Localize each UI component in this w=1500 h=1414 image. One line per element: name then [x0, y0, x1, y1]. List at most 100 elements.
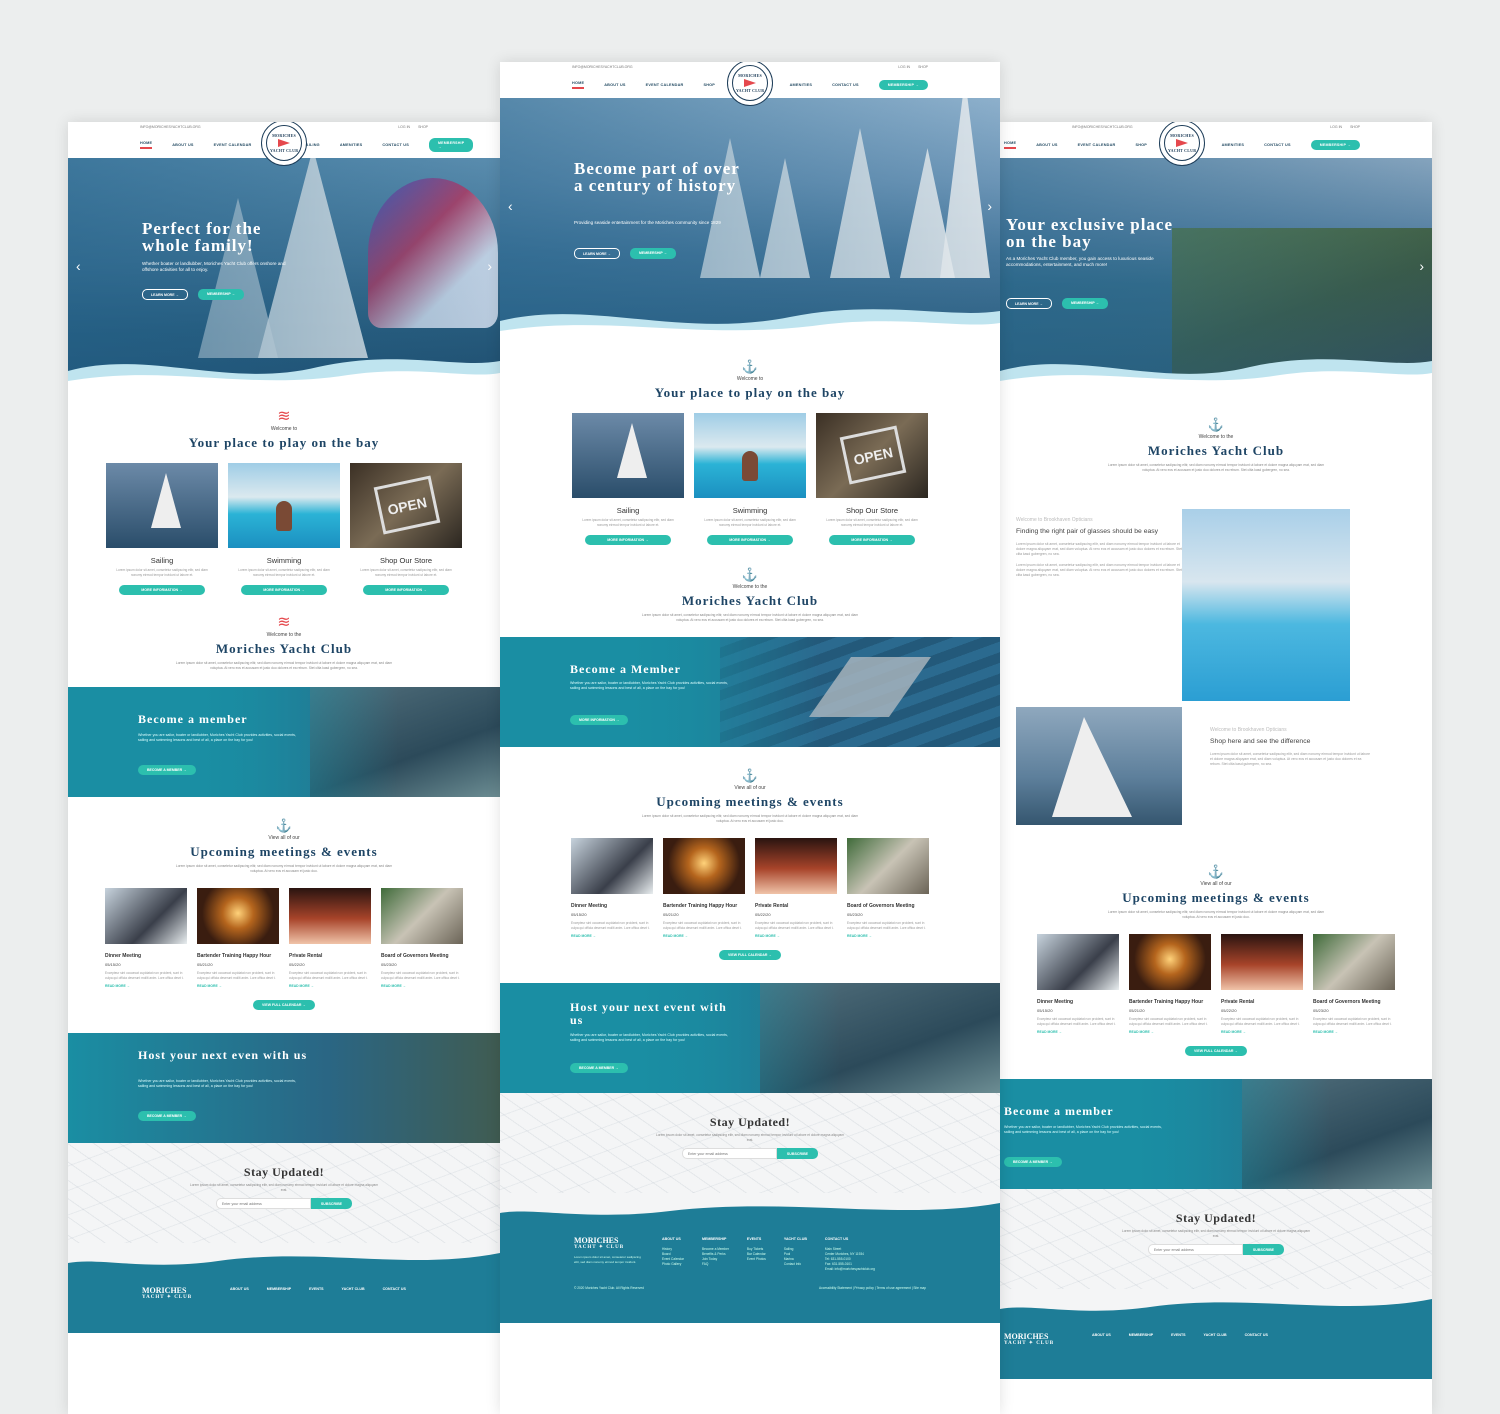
nav-home[interactable]: HOME [572, 81, 585, 89]
prev-arrow-icon[interactable]: ‹ [508, 198, 513, 214]
nav-shop[interactable]: SHOP [703, 83, 715, 87]
footer-logo[interactable]: MORICHES YACHT ✦ CLUB [574, 1237, 644, 1251]
learn-more-button[interactable]: LEARN MORE → [1006, 298, 1052, 309]
shop-link[interactable]: SHOP [418, 125, 428, 129]
member-title: Become a member [138, 712, 248, 726]
nav-membership-button[interactable]: MEMBERSHIP → [1310, 140, 1360, 150]
club-logo[interactable]: MORICHES YACHT CLUB [261, 122, 307, 166]
read-more-link[interactable]: READ MORE → [1129, 1030, 1211, 1034]
nav-events[interactable]: EVENT CALENDAR [214, 143, 252, 147]
nav-about[interactable]: ABOUT US [172, 143, 193, 147]
login-link[interactable]: LOG IN [398, 125, 410, 129]
club-logo[interactable]: MORICHES YACHT CLUB [1159, 122, 1205, 166]
nav-amenities[interactable]: AMENITIES [340, 143, 362, 147]
email-input[interactable] [1147, 1244, 1243, 1255]
login-link[interactable]: LOG IN [898, 65, 910, 69]
view-calendar-button[interactable]: VIEW FULL CALENDAR → [253, 1000, 315, 1010]
footer-link[interactable]: FAQ [702, 1262, 729, 1267]
membership-button[interactable]: MEMBERSHIP → [1062, 298, 1109, 309]
host-button[interactable]: BECOME A MEMBER → [138, 1111, 196, 1121]
next-arrow-icon[interactable]: › [1419, 258, 1424, 274]
nav-amenities[interactable]: AMENITIES [790, 83, 812, 87]
shop-link[interactable]: SHOP [1350, 125, 1360, 129]
club-logo[interactable]: MORICHES YACHT CLUB [727, 62, 773, 106]
read-more-link[interactable]: READ MORE → [847, 934, 929, 938]
event-image [105, 888, 187, 944]
read-more-link[interactable]: READ MORE → [105, 984, 187, 988]
nav-contact[interactable]: CONTACT US [1264, 143, 1291, 147]
learn-more-button[interactable]: LEARN MORE → [574, 248, 620, 259]
host-band: Host your next event with us Whether you… [500, 983, 1000, 1093]
footer-link[interactable]: Contact Info [784, 1262, 807, 1267]
welcome-kicker: Welcome to the [1198, 434, 1234, 440]
nav-about[interactable]: ABOUT US [604, 83, 625, 87]
events-section: ⚓ View all of our Upcoming meetings & ev… [68, 797, 500, 1011]
membership-button[interactable]: MEMBERSHIP → [630, 248, 677, 259]
nav-events[interactable]: EVENT CALENDAR [646, 83, 684, 87]
read-more-link[interactable]: READ MORE → [1221, 1030, 1303, 1034]
more-info-button[interactable]: MORE INFORMATION → [829, 535, 915, 545]
login-link[interactable]: LOG IN [1330, 125, 1342, 129]
event-date: 05/23/20 [1313, 1008, 1329, 1013]
activity-text: Lorem ipsum dolor sit amet, consetetur s… [360, 568, 452, 577]
waves-icon: ≋ [277, 408, 291, 425]
footer-logo[interactable]: MORICHES YACHT ✦ CLUB [1004, 1333, 1074, 1347]
next-arrow-icon[interactable]: › [487, 258, 492, 274]
nav-amenities[interactable]: AMENITIES [1222, 143, 1244, 147]
become-member-button[interactable]: BECOME A MEMBER → [1004, 1157, 1062, 1167]
subscribe-button[interactable]: SUBSCRIBE [1242, 1244, 1285, 1255]
legal-links[interactable]: Accessibility Statement | Privacy policy… [819, 1286, 926, 1290]
more-info-button[interactable]: MORE INFORMATION → [585, 535, 671, 545]
read-more-link[interactable]: READ MORE → [571, 934, 653, 938]
next-arrow-icon[interactable]: › [987, 198, 992, 214]
event-image [571, 838, 653, 894]
nav-shop[interactable]: SHOP [1135, 143, 1147, 147]
read-more-link[interactable]: READ MORE → [197, 984, 279, 988]
read-more-link[interactable]: READ MORE → [663, 934, 745, 938]
view-calendar-button[interactable]: VIEW FULL CALENDAR → [719, 950, 781, 960]
learn-more-button[interactable]: LEARN MORE → [142, 289, 188, 300]
event-date: 05/22/20 [755, 912, 771, 917]
more-info-button[interactable]: MORE INFORMATION → [707, 535, 793, 545]
nav-events[interactable]: EVENT CALENDAR [1078, 143, 1116, 147]
events-text: Lorem ipsum dolor sit amet, consetetur s… [1107, 910, 1325, 919]
email-link[interactable]: INFO@MORICHESYACHTCLUB.ORG [140, 125, 201, 129]
footer-col-title: CONTACT US [824, 1237, 849, 1241]
nav-home[interactable]: HOME [1004, 141, 1017, 149]
host-title: Host your next even with us [138, 1048, 308, 1062]
email-input[interactable] [215, 1198, 311, 1209]
nav-about[interactable]: ABOUT US [1036, 143, 1057, 147]
read-more-link[interactable]: READ MORE → [381, 984, 463, 988]
more-info-button[interactable]: MORE INFORMATION → [570, 715, 629, 725]
become-member-button[interactable]: BECOME A MEMBER → [138, 765, 196, 775]
prev-arrow-icon[interactable]: ‹ [76, 258, 81, 274]
email-link[interactable]: INFO@MORICHESYACHTCLUB.ORG [1072, 125, 1133, 129]
more-info-button[interactable]: MORE INFORMATION → [241, 585, 327, 595]
more-info-button[interactable]: MORE INFORMATION → [363, 585, 449, 595]
nav-contact[interactable]: CONTACT US [382, 143, 409, 147]
read-more-link[interactable]: READ MORE → [755, 934, 837, 938]
burgee-flag-icon [278, 139, 290, 147]
email-input[interactable] [681, 1148, 777, 1159]
read-more-link[interactable]: READ MORE → [289, 984, 371, 988]
email-link[interactable]: INFO@MORICHESYACHTCLUB.ORG [572, 65, 633, 69]
footer-link[interactable]: Event Photos [747, 1257, 766, 1262]
nav-home[interactable]: HOME [140, 141, 153, 149]
event-card: Bartender Training Happy Hour 05/21/20 Exc… [197, 888, 279, 988]
host-button[interactable]: BECOME A MEMBER → [570, 1063, 628, 1073]
nav-contact[interactable]: CONTACT US [832, 83, 859, 87]
subscribe-button[interactable]: SUBSCRIBE [310, 1198, 353, 1209]
more-info-button[interactable]: MORE INFORMATION → [119, 585, 205, 595]
nav-membership-button[interactable]: MEMBERSHIP → [428, 138, 474, 152]
read-more-link[interactable]: READ MORE → [1037, 1030, 1119, 1034]
member-text: Whether you are sailor, boater or landlu… [138, 733, 296, 742]
nav-membership-button[interactable]: MEMBERSHIP → [878, 80, 928, 90]
subscribe-button[interactable]: SUBSCRIBE [776, 1148, 819, 1159]
view-calendar-button[interactable]: VIEW FULL CALENDAR → [1185, 1046, 1247, 1056]
shop-link[interactable]: SHOP [918, 65, 928, 69]
footer-logo[interactable]: MORICHES YACHT ✦ CLUB [142, 1287, 212, 1301]
event-title: Dinner Meeting [105, 953, 142, 959]
footer-link[interactable]: Photo Gallery [662, 1262, 684, 1267]
membership-button[interactable]: MEMBERSHIP → [198, 289, 245, 300]
read-more-link[interactable]: READ MORE → [1313, 1030, 1395, 1034]
